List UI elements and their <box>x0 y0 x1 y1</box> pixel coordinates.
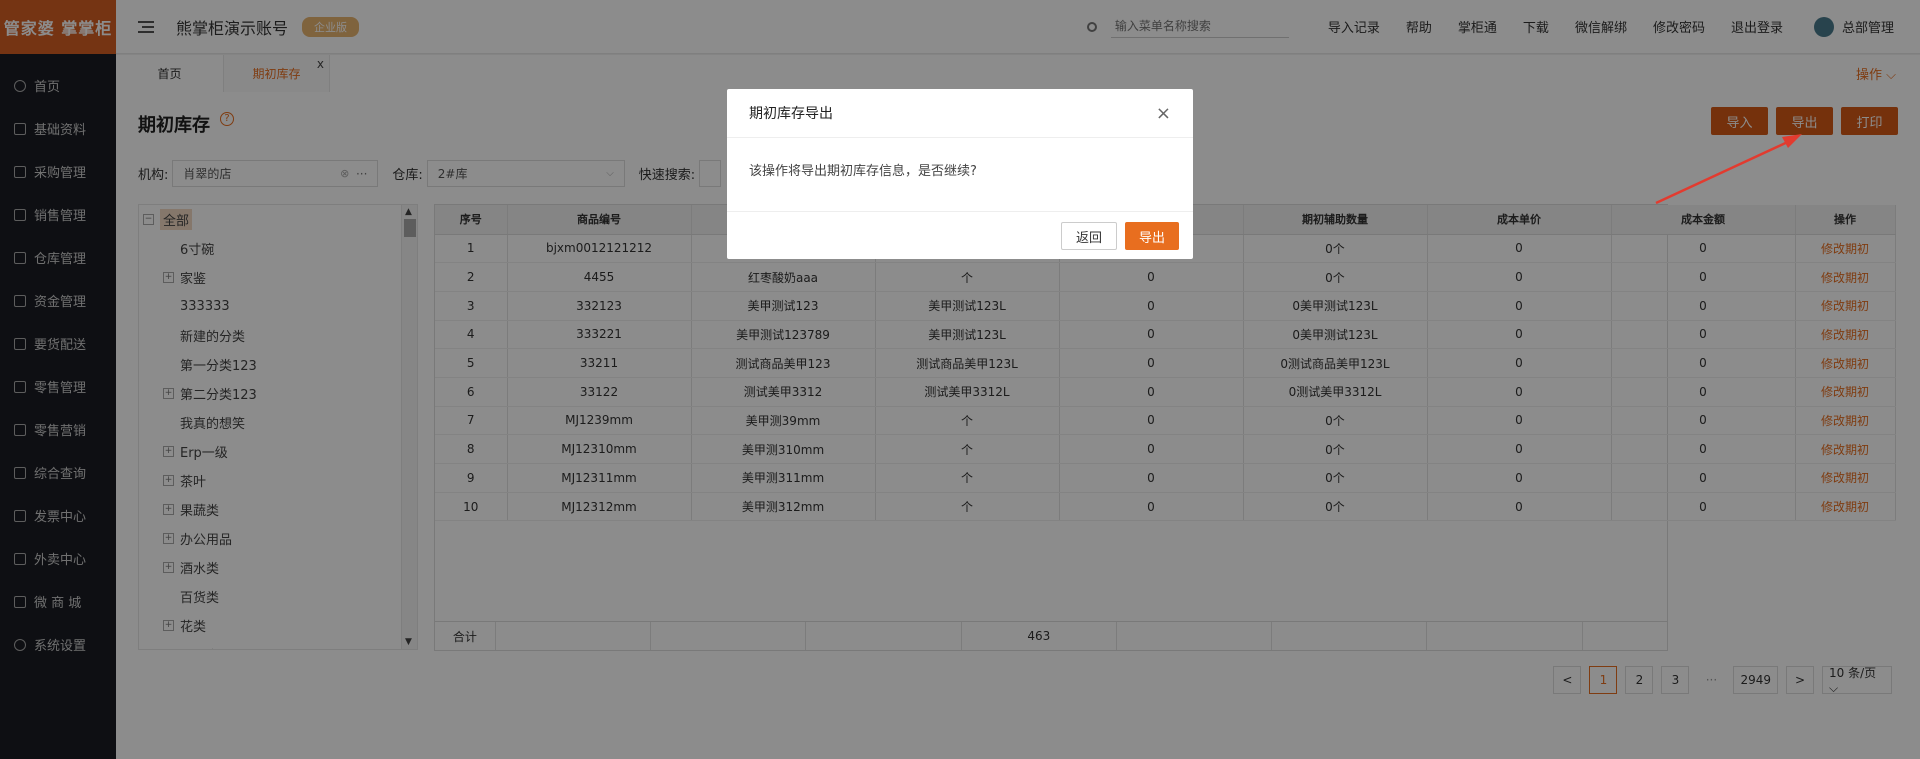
dialog-footer: 返回 导出 <box>727 212 1193 260</box>
close-icon[interactable]: × <box>1156 103 1171 124</box>
back-button[interactable]: 返回 <box>1060 222 1117 250</box>
dialog-message: 该操作将导出期初库存信息，是否继续? <box>727 138 1193 212</box>
dialog-title: 期初库存导出 <box>749 106 833 122</box>
export-dialog: 期初库存导出 × 该操作将导出期初库存信息，是否继续? 返回 导出 <box>727 89 1193 259</box>
dialog-header: 期初库存导出 × <box>727 89 1193 138</box>
confirm-export-button[interactable]: 导出 <box>1124 222 1179 250</box>
